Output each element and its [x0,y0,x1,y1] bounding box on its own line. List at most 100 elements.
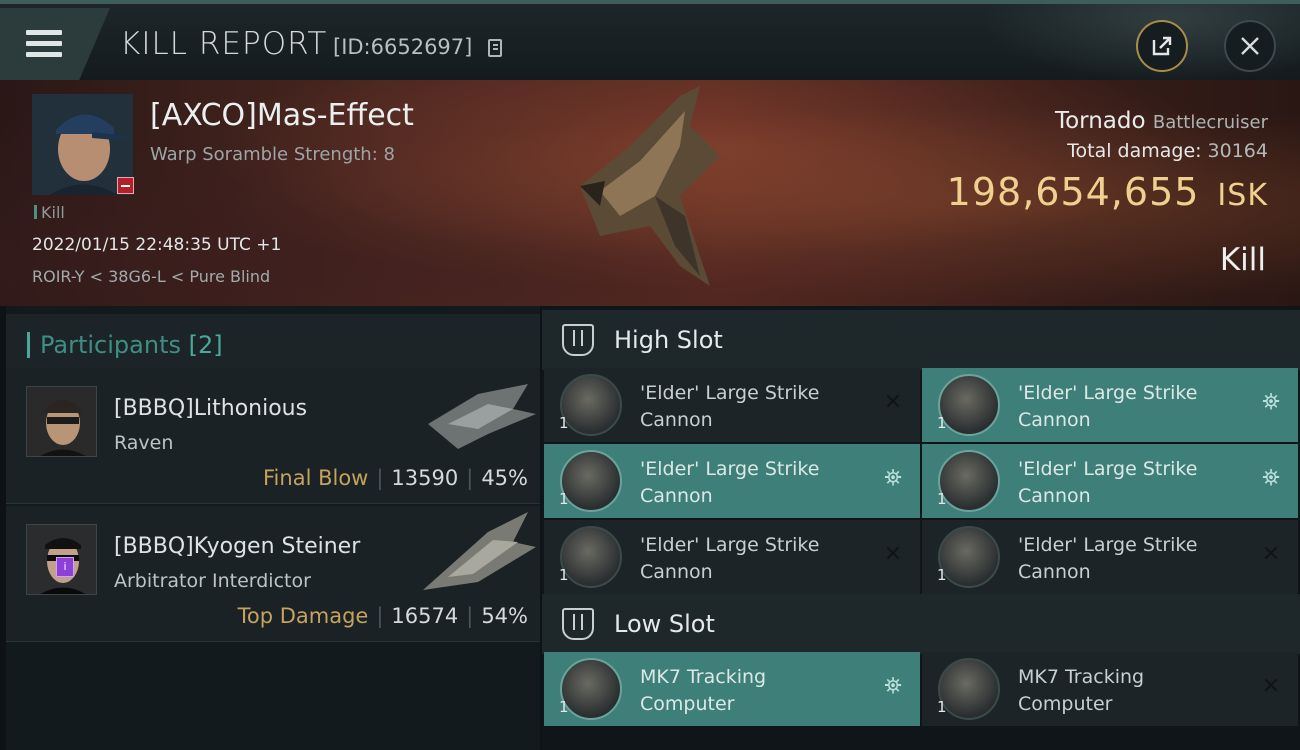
module-name-line2: Computer [1018,693,1113,715]
module-name: 'Elder' Large Strike Cannon [1018,456,1238,510]
title-bar: KILL REPORT [ID:6652697] [0,0,1300,84]
destroyed-icon: ✕ [883,542,903,567]
participants-title: Participants [40,331,181,359]
victim-ship-name: Tornado [1054,108,1146,134]
dropped-icon: ⛯ [1262,466,1280,491]
participant-ship: Raven [114,432,174,454]
module-name-line2: Cannon [640,561,713,583]
final-blow-tag: Final Blow [263,466,369,490]
module-slot[interactable]: 1 'Elder' Large Strike Cannon ✕ [544,368,920,442]
section-marker [27,332,30,358]
participants-count: [2] [188,331,223,359]
participant-name: [BBBQ]Lithonious [114,396,308,421]
share-button[interactable] [1136,20,1188,72]
copy-icon[interactable] [488,39,502,57]
high-slot-title: High Slot [614,326,723,354]
module-slot[interactable]: 1 'Elder' Large Strike Cannon ⛯ [922,368,1298,442]
total-damage-value: 30164 [1207,140,1268,162]
low-slot-icon [562,608,594,640]
module-icon [938,526,1000,588]
separator: | [466,604,474,628]
module-name: 'Elder' Large Strike Cannon [1018,532,1238,586]
module-slot[interactable]: 1 'Elder' Large Strike Cannon ⛯ [922,444,1298,518]
module-quantity: 1 [937,698,947,716]
module-name-line2: Cannon [1018,561,1091,583]
module-slot[interactable]: 1 MK7 Tracking Computer ✕ [922,652,1298,726]
module-slot[interactable]: 1 MK7 Tracking Computer ⛯ [544,652,920,726]
result-label: Kill [1219,242,1266,278]
module-icon [938,450,1000,512]
module-name-line1: 'Elder' Large Strike [1018,534,1198,556]
report-id: [ID:6652697] [333,35,473,59]
module-slot[interactable]: 1 'Elder' Large Strike Cannon ✕ [544,520,920,594]
victim-subtitle: Warp Soramble Strength: 8 [150,144,395,165]
participant-damage: 16574 [391,604,459,628]
menu-button[interactable] [0,8,110,80]
page-title: KILL REPORT [120,26,328,62]
close-button[interactable] [1224,20,1276,72]
module-icon [560,658,622,720]
victim-name[interactable]: [AXCO]Mas-Effect [150,98,414,133]
participant-ship-render [423,512,536,590]
module-name-line1: 'Elder' Large Strike [640,534,820,556]
module-name-line2: Cannon [1018,485,1091,507]
module-slot[interactable]: 1 'Elder' Large Strike Cannon ✕ [922,520,1298,594]
destroyed-icon: ✕ [1261,542,1281,567]
module-quantity: 1 [559,698,569,716]
module-name-line2: Cannon [640,409,713,431]
module-name: MK7 Tracking Computer [1018,664,1238,718]
standing-badge [117,177,134,194]
participant-percent: 54% [481,604,528,628]
module-name: MK7 Tracking Computer [640,664,860,718]
module-name-line1: 'Elder' Large Strike [640,458,820,480]
victim-ship-class: Battlecruiser [1152,112,1268,133]
module-name: 'Elder' Large Strike Cannon [640,456,860,510]
module-icon [938,374,1000,436]
kill-type-label: Kill [34,203,65,222]
module-name-line1: 'Elder' Large Strike [1018,458,1198,480]
module-icon [560,450,622,512]
dropped-icon: ⛯ [884,674,902,699]
participant-stats: Top Damage | 16574 | 54% [238,604,528,628]
module-name: 'Elder' Large Strike Cannon [640,380,860,434]
module-quantity: 1 [937,414,947,432]
module-name-line1: 'Elder' Large Strike [640,382,820,404]
destroyed-icon: ✕ [1261,674,1281,699]
dropped-icon: ⛯ [1262,390,1280,415]
module-name-line1: MK7 Tracking [640,666,767,688]
module-name-line2: Computer [640,693,735,715]
victim-ship[interactable]: Tornado Battlecruiser [1055,108,1268,134]
info-badge: i [56,557,74,577]
top-damage-tag: Top Damage [237,604,369,628]
dropped-icon: ⛯ [884,466,902,491]
participant-row[interactable]: i [BBBQ]Kyogen Steiner Arbitrator Interd… [6,506,540,642]
participant-damage: 13590 [391,466,459,490]
participant-ship: Arbitrator Interdictor [114,570,311,592]
participant-portrait[interactable] [26,386,97,457]
isk-unit: ISK [1217,178,1268,213]
module-slot[interactable]: 1 'Elder' Large Strike Cannon ⛯ [544,444,920,518]
participant-ship-render [428,384,536,449]
isk-value: 198,654,655 ISK [947,170,1268,214]
participant-percent: 45% [481,466,528,490]
module-icon [560,374,622,436]
module-quantity: 1 [559,414,569,432]
isk-amount: 198,654,655 [946,170,1200,214]
module-icon [560,526,622,588]
module-quantity: 1 [937,490,947,508]
total-damage-label: Total damage: [1067,140,1202,162]
close-icon [1241,37,1259,55]
hamburger-icon [26,30,62,63]
kill-location[interactable]: ROIR-Y < 38G6-L < Pure Blind [32,267,270,286]
module-icon [938,658,1000,720]
kill-timestamp: 2022/01/15 22:48:35 UTC +1 [32,235,282,255]
victim-ship-render [580,86,720,286]
fitting-panel: High Slot 1 'Elder' Large Strike Cannon ✕ 1 '… [542,306,1300,750]
participant-row[interactable]: [BBBQ]Lithonious Raven Final Blow | 13590 |… [6,368,540,504]
destroyed-icon: ✕ [883,390,903,415]
module-name-line1: 'Elder' Large Strike [1018,382,1198,404]
module-name: 'Elder' Large Strike Cannon [640,532,860,586]
module-quantity: 1 [937,566,947,584]
module-name: 'Elder' Large Strike Cannon [1018,380,1238,434]
pilot-portrait-image [27,387,96,456]
